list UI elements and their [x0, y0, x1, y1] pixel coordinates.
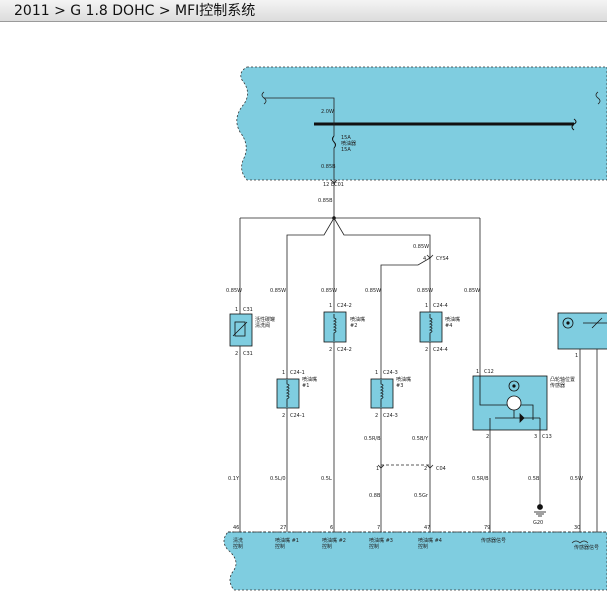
- main-feed-wire-label: 0.85B: [318, 198, 333, 204]
- inj1-pin-top: 1: [282, 370, 285, 376]
- purge-name-2: 清洗阀: [255, 322, 270, 329]
- inj1-name-1: 喷油嘴: [302, 376, 317, 383]
- inj4-conn-bottom: C24-4: [433, 347, 448, 353]
- purge-name-1: 活性碳罐: [255, 316, 275, 323]
- c04-conn: C04: [436, 466, 446, 472]
- cam-pin-bottom-left: 2: [486, 434, 489, 440]
- cam-ecu-label: 传感器信号: [481, 537, 506, 544]
- splice-conn: CYS4: [436, 256, 449, 262]
- inj3-name-2: #3: [396, 383, 403, 389]
- inj2-pin-top: 1: [329, 303, 332, 309]
- splice-pin: 4: [423, 256, 426, 262]
- inj2-name-1: 喷油嘴: [350, 316, 365, 323]
- splice-wire-label: 0.85W: [413, 244, 429, 250]
- purge-pin-bottom: 2: [235, 351, 238, 357]
- inj2-ecu-label-1: 喷油嘴 #2: [322, 537, 346, 544]
- ground-name: G20: [533, 520, 543, 526]
- purge-conn-bottom: C31: [243, 351, 253, 357]
- purge-conn-top: C31: [243, 307, 253, 313]
- cam-wire-bottom-label: 0.5R/B: [472, 476, 489, 482]
- right-pin-bottom: 1: [575, 353, 578, 359]
- inj3-wire-label: 0.85W: [365, 288, 381, 294]
- inj2-conn-top: C24-2: [337, 303, 352, 309]
- inj3-wire-bottom-label: 0.8B: [369, 493, 381, 499]
- inj1-conn-bottom: C24-1: [290, 413, 305, 419]
- purge-wire-bottom-label: 0.1Y: [228, 476, 240, 482]
- inj4-wire-mid-label: 0.5B/Y: [412, 436, 429, 442]
- inj4-wire-label: 0.85W: [417, 288, 433, 294]
- inj1-name-2: #1: [302, 383, 309, 389]
- inj1-ecu-pin: 27: [280, 525, 286, 531]
- inj4-wire-bottom-label: 0.5Gr: [414, 493, 429, 499]
- inj1-pin-bottom: 2: [282, 413, 285, 419]
- inj4-pin-bottom: 2: [425, 347, 428, 353]
- cam-ecu-pin: 79: [484, 525, 490, 531]
- inj4-ecu-label-1: 喷油嘴 #4: [418, 537, 442, 544]
- inj3-ecu-label-1: 喷油嘴 #3: [369, 537, 393, 544]
- inj1-ecu-label-2: 控制: [275, 543, 285, 550]
- purge-valve: [229, 313, 253, 347]
- inj2-wire-label: 0.85W: [321, 288, 337, 294]
- inj1-conn-top: C24-1: [290, 370, 305, 376]
- inj2-name-2: #2: [350, 323, 357, 329]
- purge-ecu-pin: 46: [233, 525, 239, 531]
- inj2-pin-bottom: 2: [329, 347, 332, 353]
- inj1-wire-label: 0.85W: [270, 288, 286, 294]
- fuse-text-3: 15A: [341, 147, 351, 153]
- cam-conn-top: C12: [484, 369, 494, 375]
- inj3-ecu-pin: 7: [377, 525, 380, 531]
- inj3-name-1: 喷油嘴: [396, 376, 411, 383]
- inj4-conn-top: C24-4: [433, 303, 448, 309]
- cam-conn-bottom: C13: [542, 434, 552, 440]
- inj4-ecu-pin: 47: [424, 525, 430, 531]
- ground-icon: [534, 504, 546, 517]
- purge-pin-top: 1: [235, 307, 238, 313]
- c04-pin-right: 2: [424, 466, 427, 472]
- right-ecu-pin: 30: [574, 525, 580, 531]
- inj2-conn-bottom: C24-2: [337, 347, 352, 353]
- inj4-ecu-label-2: 控制: [418, 543, 428, 550]
- inj3-pin-top: 1: [375, 370, 378, 376]
- purge-ecu-label-1: 清洗: [233, 537, 243, 544]
- c04-pin-left: 1: [376, 466, 379, 472]
- cam-wire-label: 0.85W: [464, 288, 480, 294]
- fuse-text-2: 喷油器: [341, 140, 356, 147]
- cam-pin-top: 1: [476, 369, 479, 375]
- inj3-wire-mid-label: 0.5R/B: [364, 436, 381, 442]
- inj3-conn-top: C24-3: [383, 370, 398, 376]
- inj4-name-2: #4: [445, 323, 452, 329]
- cam-pin-bottom-right: 3: [534, 434, 537, 440]
- wiring-diagram: 2.0W 15A 喷油器 15A 0.85B 12 EC01 0.85B 0.8…: [223, 66, 607, 591]
- purge-wire-label: 0.85W: [226, 288, 242, 294]
- right-ecu-label: 传感器信号: [574, 544, 599, 551]
- cam-name-1: 凸轮轴位置: [550, 376, 575, 383]
- fuse-out-wire-label: 0.85B: [321, 164, 336, 170]
- inj2-ecu-pin: 6: [330, 525, 333, 531]
- inj3-ecu-label-2: 控制: [369, 543, 379, 550]
- inj1-wire-bottom-label: 0.5L/0: [270, 476, 286, 482]
- cam-name-2: 传感器: [550, 382, 565, 389]
- inj4-pin-top: 1: [425, 303, 428, 309]
- purge-ecu-label-2: 控制: [233, 543, 243, 550]
- inj3-pin-bottom: 2: [375, 413, 378, 419]
- inj2-wire-bottom-label: 0.5L: [321, 476, 332, 482]
- inj2-ecu-label-2: 控制: [322, 543, 332, 550]
- top-wire-label: 2.0W: [321, 109, 334, 115]
- inj4-name-1: 喷油嘴: [445, 316, 460, 323]
- ground-wire-label: 0.5B: [528, 476, 540, 482]
- inj1-ecu-label-1: 喷油嘴 #1: [275, 537, 299, 544]
- inj3-conn-bottom: C24-3: [383, 413, 398, 419]
- right-wire-bottom-label: 0.5W: [570, 476, 583, 482]
